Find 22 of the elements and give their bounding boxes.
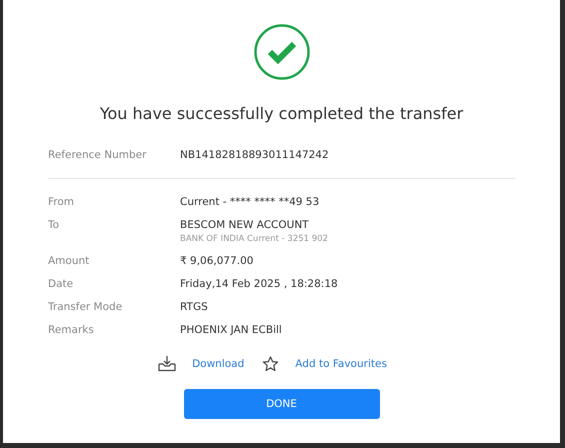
- download-icon[interactable]: [158, 355, 176, 372]
- success-message: You have successfully completed the transfer: [100, 104, 464, 123]
- field-value: PHOENIX JAN ECBill: [180, 323, 282, 337]
- success-check-icon: [252, 23, 310, 81]
- field-label: Reference Number: [48, 148, 148, 162]
- done-button[interactable]: DONE: [184, 389, 380, 419]
- field-label: Date: [48, 277, 74, 291]
- add-to-favourites-link[interactable]: Add to Favourites: [295, 358, 387, 370]
- field-label: Amount: [48, 254, 90, 268]
- field-label: To: [48, 218, 60, 233]
- field-value: RTGS: [180, 300, 208, 314]
- download-link[interactable]: Download: [192, 358, 244, 370]
- field-value: Current - **** **** **49 53: [180, 195, 320, 209]
- field-value: ₹ 9,06,077.00: [180, 254, 254, 268]
- field-value: NB14182818893011147242: [180, 148, 329, 162]
- star-icon[interactable]: [262, 356, 280, 372]
- field-label: From: [48, 195, 76, 209]
- field-value: Friday,14 Feb 2025 , 18:28:18: [180, 277, 338, 291]
- field-label: Remarks: [48, 323, 95, 337]
- field-subtext: BANK OF INDIA Current - 3251 902: [180, 234, 328, 245]
- field-value: BESCOM NEW ACCOUNT: [180, 218, 310, 232]
- field-label: Transfer Mode: [48, 300, 124, 314]
